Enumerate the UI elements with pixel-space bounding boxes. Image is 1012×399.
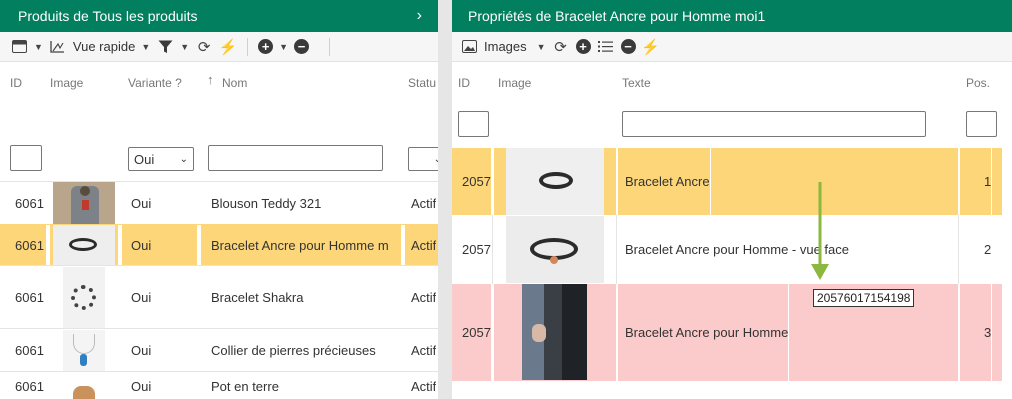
view-mode-caret-icon[interactable]: ▼ [141,42,150,52]
nom-filter-input[interactable] [208,145,383,171]
table-row-selected[interactable]: 6061 Oui Bracelet Ancre pour Homme m Act… [0,224,438,266]
statut-filter-select[interactable]: ⌄ [408,147,438,171]
layout-icon[interactable] [10,38,28,56]
pos-filter-input[interactable] [966,111,997,137]
properties-panel: Propriétés de Bracelet Ancre pour Homme … [452,0,1012,399]
row-nom: Bracelet Ancre pour Homme m [211,237,389,253]
column-header-pos[interactable]: Pos. [966,76,990,90]
chart-icon [49,38,67,56]
add-icon[interactable]: + [258,39,274,54]
row-id: 6061 [15,237,44,253]
id-filter-input[interactable] [10,145,42,171]
images-view-button[interactable]: Images [484,39,527,54]
table-row[interactable]: 6061 Oui Pot en terre Actif [0,371,438,399]
filter-caret-icon[interactable]: ▼ [180,42,189,52]
row-statut: Actif [411,289,437,305]
variante-filter-select[interactable]: Oui ⌄ [128,147,194,171]
properties-panel-header: Propriétés de Bracelet Ancre pour Homme … [452,0,1012,32]
toolbar-divider [329,37,331,56]
refresh-icon[interactable]: ⟳ [552,38,570,56]
row-pos: 3 [984,284,993,381]
table-row[interactable]: 2057 Bracelet Ancre pour Homme - vue fac… [452,215,1002,284]
product-image [53,225,115,266]
row-texte: Bracelet Ancre [625,148,711,215]
table-row[interactable]: 6061 Oui Blouson Teddy 321 Actif [0,181,438,224]
filter-icon[interactable] [156,38,174,56]
row-variante: Oui [131,379,152,394]
view-mode-button[interactable]: Vue rapide [73,39,135,54]
list-icon[interactable] [597,38,615,56]
products-panel-title: Produits de Tous les produits [18,8,198,24]
row-statut: Actif [411,195,437,211]
row-id: 2057 [462,284,492,381]
table-row-drop-target[interactable]: 2057 Bracelet Ancre pour Homme 3 [452,284,1002,381]
properties-panel-title: Propriétés de Bracelet Ancre pour Homme … [468,8,766,24]
product-image [506,216,604,283]
product-image [53,182,115,224]
texte-filter-input[interactable] [622,111,926,137]
products-panel-header: Produits de Tous les produits › [0,0,438,32]
table-row-selected[interactable]: 2057 Bracelet Ancre 1 [452,148,1002,215]
row-nom: Collier de pierres précieuses [211,342,376,358]
remove-icon[interactable]: − [620,39,636,54]
images-caret-icon[interactable]: ▼ [537,42,546,52]
column-header-id[interactable]: ID [10,76,22,90]
id-filter-input[interactable] [458,111,489,137]
row-variante: Oui [131,237,152,253]
add-caret-icon[interactable]: ▼ [279,42,288,52]
toolbar-divider [247,37,249,56]
row-id: 6061 [15,195,44,211]
row-id: 6061 [15,289,44,305]
drag-tooltip: 20576017154198 [813,289,915,307]
product-image [506,148,604,215]
products-toolbar: ▼ Vue rapide ▼ ▼ ⟳ ⚡ + ▼ − [0,32,438,62]
remove-icon[interactable]: − [294,39,310,54]
row-id: 2057 [462,215,492,284]
bolt-icon[interactable]: ⚡ [219,38,238,56]
product-image [63,330,105,371]
chevron-right-icon[interactable]: › [417,7,428,25]
row-nom: Bracelet Shakra [211,289,304,305]
column-header-image[interactable]: Image [50,76,83,90]
row-pos: 2 [984,215,993,284]
bolt-icon[interactable]: ⚡ [641,38,660,56]
products-panel: Produits de Tous les produits › ▼ Vue ra… [0,0,438,399]
row-id: 6061 [15,379,44,394]
row-id: 6061 [15,342,44,358]
column-header-variante[interactable]: Variante ? [128,76,182,90]
panel-splitter[interactable] [438,0,452,399]
properties-toolbar: Images ▼ ⟳ + − ⚡ [452,32,1012,62]
column-header-texte[interactable]: Texte [622,76,651,90]
refresh-icon[interactable]: ⟳ [195,38,213,56]
product-image [522,284,587,380]
add-icon[interactable]: + [575,39,591,54]
row-variante: Oui [131,195,152,211]
variante-filter-value: Oui [134,151,155,167]
row-nom: Blouson Teddy 321 [211,195,322,211]
image-icon [460,38,478,56]
table-row[interactable]: 6061 Oui Bracelet Shakra Actif [0,265,438,328]
column-header-statut[interactable]: Statu [408,76,436,90]
column-header-nom[interactable]: Nom [222,76,247,90]
row-variante: Oui [131,289,152,305]
row-statut: Actif [411,379,437,394]
product-image [73,386,95,399]
chevron-down-icon: ⌄ [179,153,188,165]
row-nom: Pot en terre [211,379,279,394]
row-id: 2057 [462,148,492,215]
row-statut: Actif [411,342,437,358]
drag-arrow-icon [811,182,829,280]
row-statut: Actif [411,237,437,253]
product-image [63,267,105,328]
column-header-image[interactable]: Image [498,76,531,90]
row-pos: 1 [984,148,993,215]
row-texte: Bracelet Ancre pour Homme [625,284,790,381]
column-header-id[interactable]: ID [458,76,470,90]
layout-caret-icon[interactable]: ▼ [34,42,43,52]
table-row[interactable]: 6061 Oui Collier de pierres précieuses A… [0,328,438,371]
sort-arrow-icon[interactable]: ↑ [207,72,214,87]
row-variante: Oui [131,342,152,358]
